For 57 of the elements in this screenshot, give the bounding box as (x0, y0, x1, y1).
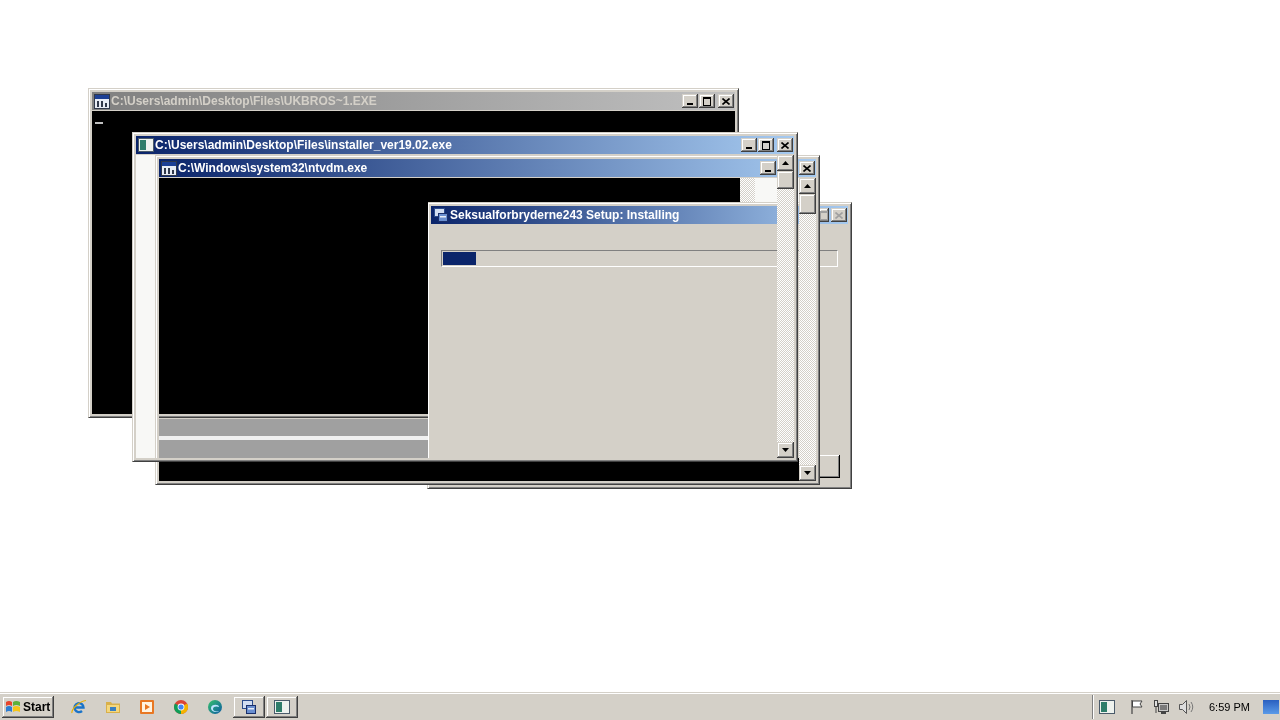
browser-icon (71, 699, 87, 715)
taskbar-button[interactable] (266, 696, 298, 718)
start-button[interactable]: Start (2, 696, 54, 718)
down-arrow-icon (804, 471, 811, 475)
window-icon (1099, 700, 1115, 714)
up-arrow-icon (804, 184, 811, 188)
minimize-icon (765, 170, 771, 172)
vertical-scrollbar[interactable] (777, 155, 794, 458)
close-icon (781, 141, 789, 149)
flag-icon (1130, 699, 1144, 715)
folder-icon (105, 700, 121, 714)
window-title: Seksualforbryderne243 Setup: Installing (450, 208, 680, 222)
scroll-thumb[interactable] (799, 194, 816, 214)
up-arrow-icon (782, 161, 789, 165)
window-icon (274, 700, 290, 714)
close-button[interactable] (777, 138, 793, 152)
maximize-button[interactable] (699, 94, 715, 108)
flag-logo-icon (5, 700, 21, 714)
scroll-thumb[interactable] (777, 171, 794, 189)
maximize-icon (703, 96, 711, 106)
push-button[interactable] (820, 455, 840, 478)
minimize-button[interactable] (741, 138, 757, 152)
close-icon (835, 211, 843, 219)
maximize-icon (820, 210, 828, 220)
cursor-icon (95, 122, 103, 124)
play-icon (139, 699, 155, 715)
window-title: C:\Windows\system32\ntvdm.exe (178, 161, 368, 175)
vertical-scrollbar[interactable] (799, 178, 816, 481)
taskbar-button[interactable] (233, 696, 265, 718)
close-icon (803, 164, 811, 172)
browser-icon (173, 699, 189, 715)
speaker-icon (1178, 699, 1194, 715)
scroll-down-button[interactable] (777, 442, 794, 458)
minimize-button[interactable] (760, 161, 776, 175)
window-title: C:\Users\admin\Desktop\Files\installer_ver19.02.exe (155, 138, 452, 152)
installer-icon (241, 699, 257, 715)
maximize-icon (762, 140, 770, 150)
window-title: C:\Users\admin\Desktop\Files\UKBROS~1.EXE (111, 94, 377, 108)
browser-icon (207, 699, 223, 715)
minimize-icon (687, 103, 693, 105)
network-icon (1153, 699, 1169, 715)
maximize-button[interactable] (758, 138, 774, 152)
minimize-icon (746, 147, 752, 149)
close-button[interactable] (799, 161, 815, 175)
clock: 6:59 PM (1209, 701, 1250, 713)
close-icon (722, 97, 730, 105)
window-icon (138, 138, 154, 152)
close-button[interactable] (718, 94, 734, 108)
down-arrow-icon (782, 448, 789, 452)
program-icon (161, 160, 177, 176)
scroll-up-button[interactable] (777, 155, 794, 171)
program-icon (94, 93, 110, 109)
scroll-up-button[interactable] (799, 178, 816, 194)
scroll-down-button[interactable] (799, 465, 816, 481)
desktop-icon (1262, 700, 1279, 714)
minimize-button[interactable] (682, 94, 698, 108)
installer-icon (433, 207, 449, 223)
